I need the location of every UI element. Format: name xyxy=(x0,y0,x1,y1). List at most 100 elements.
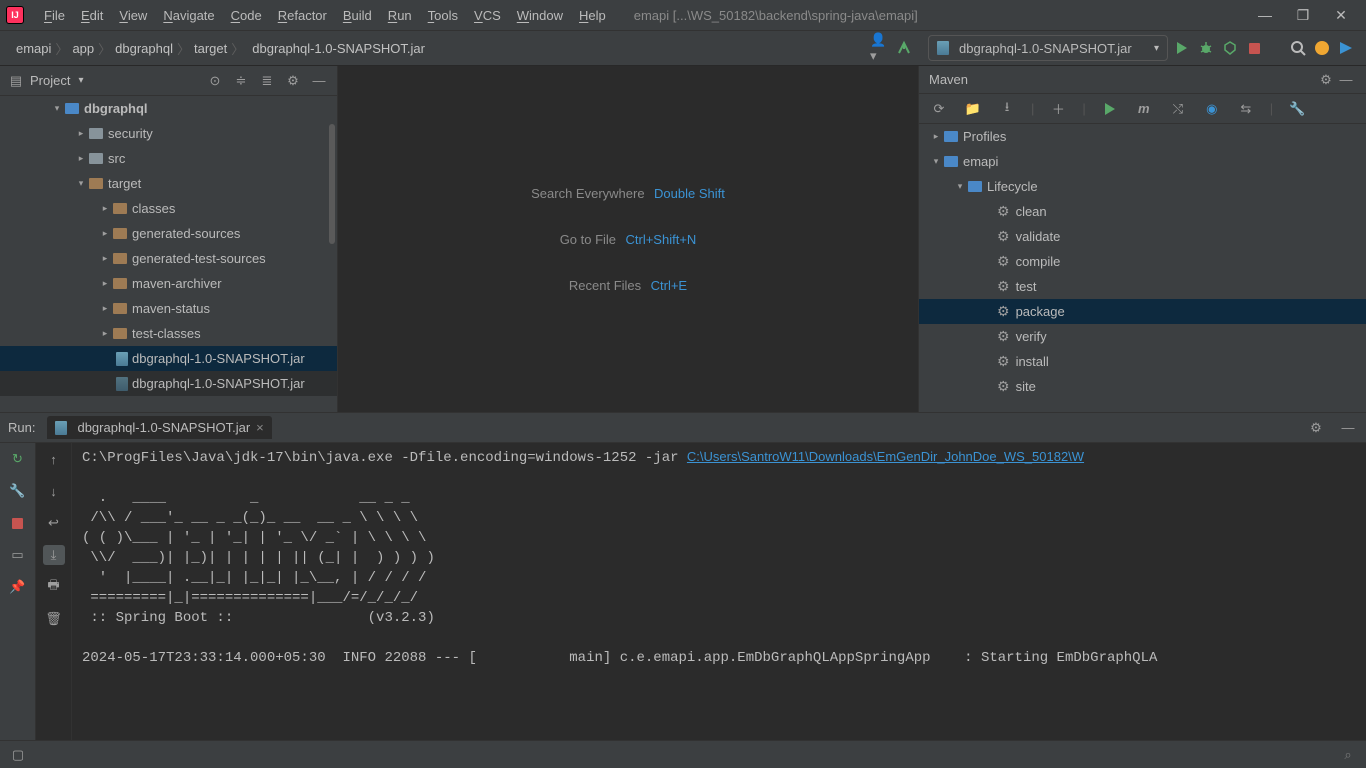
show-deps-icon[interactable]: ⇆ xyxy=(1236,99,1256,119)
coverage-button[interactable] xyxy=(1220,38,1240,58)
maximize-button[interactable]: ❐ xyxy=(1296,8,1310,22)
maven-phase-clean[interactable]: ⚙clean xyxy=(919,199,1366,224)
ide-run-anything-icon[interactable] xyxy=(1336,38,1356,58)
menu-navigate[interactable]: Navigate xyxy=(155,4,222,27)
clear-icon[interactable]: 🗑 xyxy=(44,609,64,629)
tree-node-target[interactable]: ▾target xyxy=(0,171,337,196)
run-button[interactable] xyxy=(1172,38,1192,58)
crumb-2[interactable]: dbgraphql xyxy=(109,39,179,58)
tool-windows-icon[interactable]: ▢ xyxy=(8,745,28,765)
crumb-3[interactable]: target xyxy=(188,39,233,58)
download-icon[interactable]: ⭳ xyxy=(997,99,1017,119)
tree-label: security xyxy=(108,126,153,141)
tree-node-src[interactable]: ▸src xyxy=(0,146,337,171)
title-bar: IJ FileEditViewNavigateCodeRefactorBuild… xyxy=(0,0,1366,30)
maven-tree[interactable]: ▸Profiles ▾emapi ▾Lifecycle ⚙clean⚙valid… xyxy=(919,124,1366,412)
crumb-0[interactable]: emapi xyxy=(10,39,57,58)
debug-button[interactable] xyxy=(1196,38,1216,58)
users-icon[interactable]: 👤▾ xyxy=(870,38,890,58)
console-output[interactable]: C:\ProgFiles\Java\jdk-17\bin\java.exe -D… xyxy=(72,443,1366,740)
hide-icon[interactable]: ― xyxy=(309,71,329,91)
maven-phase-site[interactable]: ⚙site xyxy=(919,374,1366,399)
menu-view[interactable]: View xyxy=(111,4,155,27)
tree-node-maven-archiver[interactable]: ▸maven-archiver xyxy=(0,271,337,296)
tree-node-generated-sources[interactable]: ▸generated-sources xyxy=(0,221,337,246)
menu-file[interactable]: File xyxy=(36,4,73,27)
menu-window[interactable]: Window xyxy=(509,4,571,27)
settings-icon[interactable]: ⚙ xyxy=(1306,418,1326,438)
phase-label: test xyxy=(1016,279,1037,294)
scrollbar-thumb[interactable] xyxy=(329,124,335,244)
menu-help[interactable]: Help xyxy=(571,4,614,27)
toggle-skip-tests-icon[interactable]: ⤭ xyxy=(1168,99,1188,119)
tree-node-security[interactable]: ▸security xyxy=(0,121,337,146)
hide-icon[interactable]: ― xyxy=(1338,418,1358,438)
settings-icon[interactable]: ⚙ xyxy=(1316,70,1336,90)
menu-tools[interactable]: Tools xyxy=(420,4,466,27)
run-tab[interactable]: dbgraphql-1.0-SNAPSHOT.jar × xyxy=(47,416,271,439)
scroll-end-icon[interactable]: ⤓ xyxy=(43,545,65,565)
build-icon[interactable] xyxy=(894,38,914,58)
crumb-4[interactable]: dbgraphql-1.0-SNAPSHOT.jar xyxy=(242,39,431,58)
layout-icon[interactable]: ▭ xyxy=(8,545,28,565)
generate-sources-icon[interactable]: 📁 xyxy=(963,99,983,119)
maven-phase-install[interactable]: ⚙install xyxy=(919,349,1366,374)
menu-edit[interactable]: Edit xyxy=(73,4,111,27)
tool-settings-icon[interactable]: 🔧 xyxy=(1287,99,1307,119)
jar-path-link[interactable]: C:\Users\SantroW11\Downloads\EmGenDir_Jo… xyxy=(687,449,1084,464)
tree-node-dbgraphql[interactable]: ▾dbgraphql xyxy=(0,96,337,121)
rerun-icon[interactable]: ↻ xyxy=(8,449,28,469)
toggle-offline-icon[interactable]: ◉ xyxy=(1202,99,1222,119)
menu-code[interactable]: Code xyxy=(223,4,270,27)
search-status-icon[interactable]: ⌕ xyxy=(1338,745,1358,765)
stop-button[interactable] xyxy=(1244,38,1264,58)
soft-wrap-icon[interactable]: ↩ xyxy=(44,513,64,533)
tree-node-test-classes[interactable]: ▸test-classes xyxy=(0,321,337,346)
chevron-down-icon[interactable]: ▾ xyxy=(78,75,83,86)
wrench-icon[interactable]: 🔧 xyxy=(8,481,28,501)
tree-node-maven-status[interactable]: ▸maven-status xyxy=(0,296,337,321)
select-opened-icon[interactable]: ⊙ xyxy=(205,71,225,91)
maven-phase-validate[interactable]: ⚙validate xyxy=(919,224,1366,249)
close-tab-icon[interactable]: × xyxy=(256,420,264,435)
maven-project-emapi[interactable]: ▾emapi xyxy=(919,149,1366,174)
tree-node-classes[interactable]: ▸classes xyxy=(0,196,337,221)
tree-label: test-classes xyxy=(132,326,201,341)
run-config-selector[interactable]: dbgraphql-1.0-SNAPSHOT.jar ▾ xyxy=(928,35,1168,61)
minimize-button[interactable]: ― xyxy=(1258,8,1272,22)
updates-icon[interactable] xyxy=(1312,38,1332,58)
stop-icon[interactable] xyxy=(8,513,28,533)
project-view-icon[interactable]: ▤ xyxy=(8,71,24,91)
m-icon[interactable]: m xyxy=(1134,99,1154,119)
menu-build[interactable]: Build xyxy=(335,4,380,27)
print-icon[interactable]: 🖶 xyxy=(44,577,64,597)
menu-run[interactable]: Run xyxy=(380,4,420,27)
down-icon[interactable]: ↓ xyxy=(44,481,64,501)
maven-profiles[interactable]: ▸Profiles xyxy=(919,124,1366,149)
reload-icon[interactable]: ⟳ xyxy=(929,99,949,119)
project-tree[interactable]: ▾dbgraphql ▸security ▸src ▾target ▸class… xyxy=(0,96,337,412)
run-maven-icon[interactable] xyxy=(1100,99,1120,119)
phase-label: compile xyxy=(1016,254,1061,269)
menu-vcs[interactable]: VCS xyxy=(466,4,509,27)
hide-icon[interactable]: ― xyxy=(1336,70,1356,90)
close-button[interactable]: ✕ xyxy=(1334,8,1348,22)
expand-all-icon[interactable]: ≑ xyxy=(231,71,251,91)
maven-phase-test[interactable]: ⚙test xyxy=(919,274,1366,299)
maven-phase-verify[interactable]: ⚙verify xyxy=(919,324,1366,349)
maven-lifecycle[interactable]: ▾Lifecycle xyxy=(919,174,1366,199)
tree-node-generated-test-sources[interactable]: ▸generated-test-sources xyxy=(0,246,337,271)
settings-icon[interactable]: ⚙ xyxy=(283,71,303,91)
collapse-all-icon[interactable]: ≣ xyxy=(257,71,277,91)
menu-refactor[interactable]: Refactor xyxy=(270,4,335,27)
tree-node-jar-selected[interactable]: dbgraphql-1.0-SNAPSHOT.jar xyxy=(0,346,337,371)
crumb-1[interactable]: app xyxy=(66,39,100,58)
maven-phase-package[interactable]: ⚙package xyxy=(919,299,1366,324)
up-icon[interactable]: ↑ xyxy=(44,449,64,469)
tree-node-jar-original[interactable]: dbgraphql-1.0-SNAPSHOT.jar xyxy=(0,371,337,396)
maven-phase-compile[interactable]: ⚙compile xyxy=(919,249,1366,274)
status-bar: ▢ ⌕ xyxy=(0,740,1366,768)
pin-icon[interactable]: 📌 xyxy=(8,577,28,597)
search-icon[interactable] xyxy=(1288,38,1308,58)
add-icon[interactable]: ＋ xyxy=(1048,99,1068,119)
